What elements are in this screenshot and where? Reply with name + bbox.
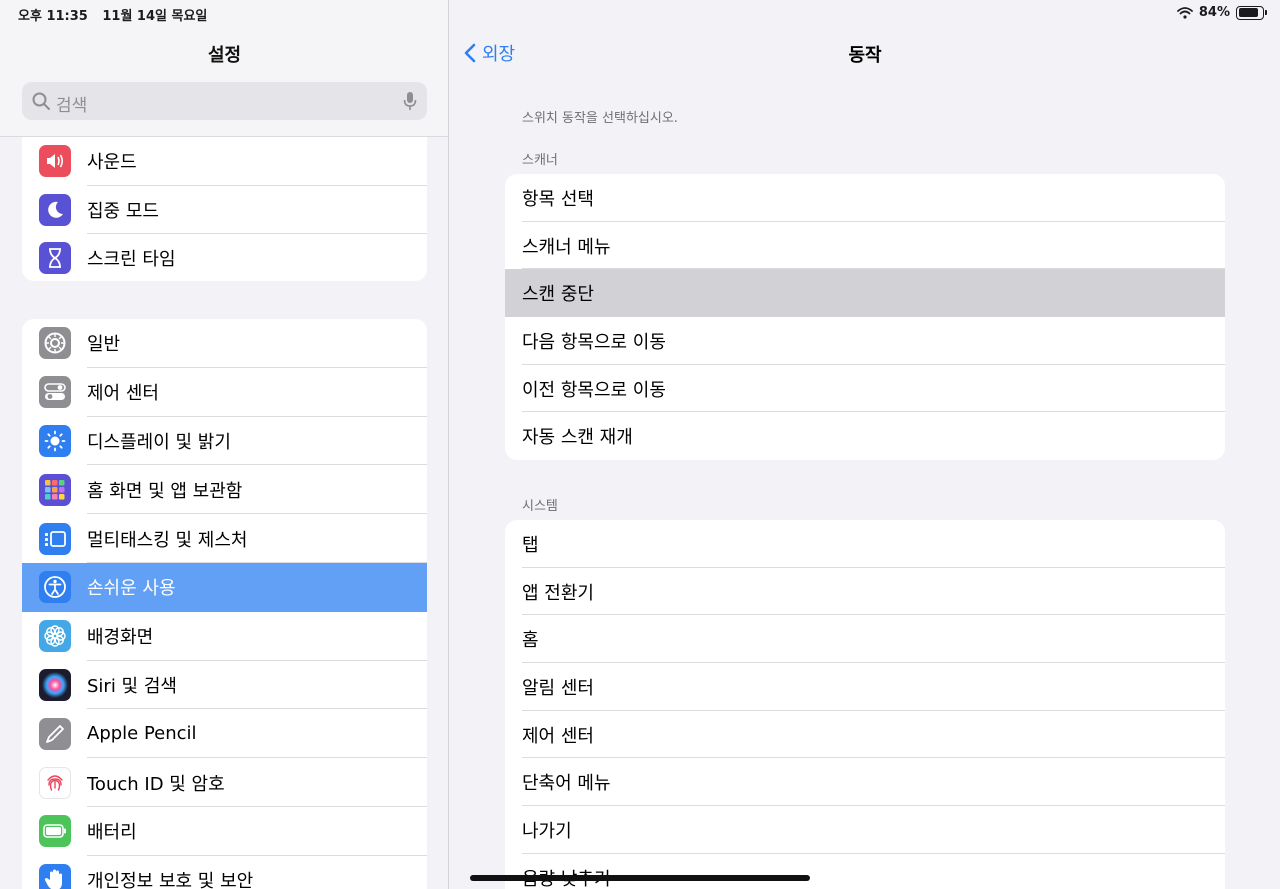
toggles-icon [39, 376, 71, 409]
hand-icon [39, 864, 71, 889]
sidebar-item[interactable]: 집중 모드 [22, 186, 427, 234]
action-row[interactable]: 항목 선택 [505, 174, 1225, 222]
settings-group-focus: 사운드집중 모드스크린 타임 [22, 137, 427, 281]
home-indicator[interactable] [470, 875, 810, 881]
sidebar-item-label: 배경화면 [87, 627, 154, 649]
sidebar-item-label: 일반 [87, 334, 121, 356]
sidebar-item[interactable]: 배터리 [22, 807, 427, 856]
sidebar-item-label: 디스플레이 및 밝기 [87, 431, 231, 453]
sidebar-item[interactable]: 배경화면 [22, 612, 427, 661]
search-placeholder: 검색 [56, 96, 88, 116]
app-grid-icon [39, 473, 71, 506]
status-bar-right: 84% [1176, 5, 1267, 20]
action-label: 단축어 메뉴 [522, 773, 611, 795]
battery-icon [1236, 5, 1267, 20]
microphone-icon[interactable] [403, 91, 417, 111]
action-label: 이전 항목으로 이동 [522, 379, 666, 401]
section-hint: 스위치 동작을 선택하십시오. [522, 111, 678, 126]
sidebar-item[interactable]: 홈 화면 및 앱 보관함 [22, 465, 427, 515]
action-row[interactable]: 홈 [505, 615, 1225, 664]
flower-icon [39, 620, 71, 653]
gear-icon [39, 327, 71, 360]
action-label: 알림 센터 [522, 677, 594, 699]
action-label: 항목 선택 [522, 188, 594, 210]
system-action-list: 탭앱 전환기홈알림 센터제어 센터단축어 메뉴나가기음량 낮추기 [505, 520, 1225, 889]
detail-panel: 84% 외장 동작 스위치 동작을 선택하십시오. 스캐너 항목 선택 스캐너 메… [450, 0, 1280, 889]
multitasking-icon [39, 522, 71, 555]
search-field[interactable]: 검색 [22, 82, 427, 120]
action-row[interactable]: 알림 센터 [505, 663, 1225, 711]
action-label: 자동 스캔 재개 [522, 427, 633, 449]
action-label: 다음 항목으로 이동 [522, 331, 666, 353]
sidebar-item-label: 손쉬운 사용 [87, 578, 176, 600]
sidebar-item[interactable]: 멀티태스킹 및 제스처 [22, 514, 427, 563]
battery-percentage: 84% [1198, 5, 1230, 20]
moon-icon [39, 193, 71, 226]
sidebar-item-label: 배터리 [87, 822, 137, 844]
speaker-icon [39, 145, 71, 178]
action-label: 나가기 [522, 820, 572, 842]
siri-icon [39, 668, 71, 701]
sidebar-item-label: Touch ID 및 암호 [87, 773, 225, 795]
system-section-header: 시스템 [522, 499, 558, 514]
action-label: 스캔 중단 [522, 284, 594, 306]
action-row[interactable]: 스캐너 메뉴 [505, 222, 1225, 270]
status-time: 오후 11:35 [18, 9, 88, 24]
page-title: 동작 [848, 45, 882, 66]
sidebar-item[interactable]: 개인정보 보호 및 보안 [22, 856, 427, 889]
sidebar-item-label: 멀티태스킹 및 제스처 [87, 529, 248, 551]
sidebar-item[interactable]: 사운드 [22, 137, 427, 186]
sidebar-item-label: Apple Pencil [87, 723, 197, 745]
sidebar-item-label: Siri 및 검색 [87, 675, 177, 697]
accessibility-icon [39, 571, 71, 604]
scanner-action-list: 항목 선택스캐너 메뉴스캔 중단다음 항목으로 이동이전 항목으로 이동자동 스… [505, 174, 1225, 460]
action-label: 스캐너 메뉴 [522, 236, 611, 258]
fingerprint-icon [39, 766, 71, 799]
sidebar-item-label: 제어 센터 [87, 383, 159, 405]
search-icon [32, 92, 50, 110]
sidebar-item[interactable]: 제어 센터 [22, 368, 427, 417]
action-row[interactable]: 제어 센터 [505, 711, 1225, 759]
sidebar-item[interactable]: Touch ID 및 암호 [22, 758, 427, 807]
scanner-section-header: 스캐너 [522, 153, 558, 168]
action-label: 홈 [522, 630, 539, 652]
sidebar-item[interactable]: Apple Pencil [22, 709, 427, 759]
pencil-icon [39, 717, 71, 750]
status-date: 11월 14일 목요일 [102, 9, 208, 24]
sun-icon [39, 424, 71, 457]
sidebar-item[interactable]: Siri 및 검색 [22, 661, 427, 710]
action-row[interactable]: 스캔 중단 [505, 269, 1225, 318]
sidebar-item-label: 홈 화면 및 앱 보관함 [87, 480, 243, 502]
sidebar-item-label: 스크린 타임 [87, 249, 176, 271]
action-row[interactable]: 음량 낮추기 [505, 854, 1225, 889]
sidebar-item-label: 사운드 [87, 152, 137, 174]
sidebar-item-label: 집중 모드 [87, 200, 159, 222]
battery-icon [39, 815, 71, 848]
action-row[interactable]: 나가기 [505, 806, 1225, 854]
action-row[interactable]: 다음 항목으로 이동 [505, 317, 1225, 365]
sidebar-item-label: 개인정보 보호 및 보안 [87, 871, 254, 889]
sidebar-item[interactable]: 스크린 타임 [22, 234, 427, 281]
action-label: 제어 센터 [522, 725, 594, 747]
wifi-icon [1176, 6, 1193, 19]
action-row[interactable]: 자동 스캔 재개 [505, 412, 1225, 460]
sidebar-title: 설정 [207, 45, 242, 66]
sidebar-item[interactable]: 디스플레이 및 밝기 [22, 417, 427, 466]
settings-sidebar: 오후 11:35 11월 14일 목요일 설정 검색 사운드집중 모드스크린 타… [0, 0, 449, 889]
action-row[interactable]: 앱 전환기 [505, 568, 1225, 616]
action-label: 앱 전환기 [522, 582, 594, 604]
action-row[interactable]: 이전 항목으로 이동 [505, 365, 1225, 413]
settings-group-general: 일반제어 센터디스플레이 및 밝기홈 화면 및 앱 보관함멀티태스킹 및 제스처… [22, 319, 427, 889]
action-label: 탭 [522, 534, 539, 556]
sidebar-item[interactable]: 손쉬운 사용 [22, 562, 427, 612]
action-row[interactable]: 탭 [505, 520, 1225, 568]
status-bar-left: 오후 11:35 11월 14일 목요일 [18, 5, 217, 24]
hourglass-icon [39, 242, 71, 275]
sidebar-header: 오후 11:35 11월 14일 목요일 설정 검색 [0, 0, 448, 137]
screen: 오후 11:35 11월 14일 목요일 설정 검색 사운드집중 모드스크린 타… [0, 0, 1280, 889]
action-row[interactable]: 단축어 메뉴 [505, 758, 1225, 807]
sidebar-item[interactable]: 일반 [22, 319, 427, 368]
